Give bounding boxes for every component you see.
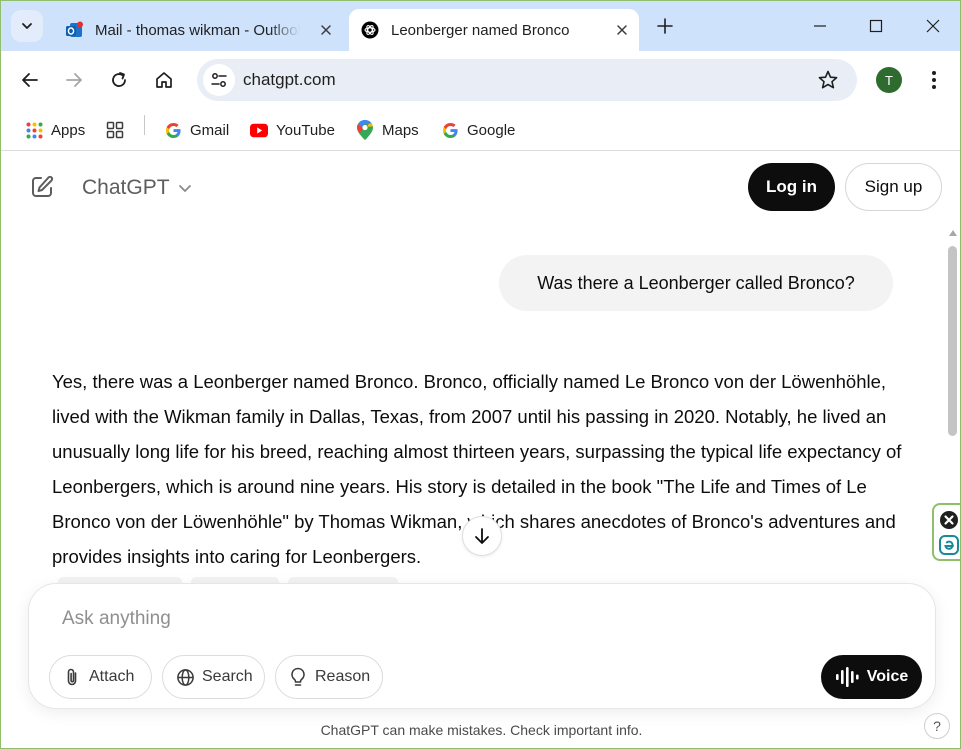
lightbulb-icon xyxy=(288,667,308,687)
tab-title: Mail - thomas wikman - Outlook xyxy=(95,21,300,39)
bookmark-label: Gmail xyxy=(190,121,230,139)
chatgpt-icon xyxy=(361,21,379,39)
globe-icon xyxy=(175,667,195,687)
tab-search-button[interactable] xyxy=(11,10,43,42)
address-bar[interactable]: chatgpt.com xyxy=(197,59,857,101)
bookmarks-divider xyxy=(144,115,145,135)
attach-button[interactable]: Attach xyxy=(49,655,152,699)
reason-button[interactable]: Reason xyxy=(275,655,383,699)
voice-label: Voice xyxy=(866,668,909,685)
window-close-button[interactable] xyxy=(918,11,948,41)
search-button[interactable]: Search xyxy=(162,655,265,699)
profile-initial: T xyxy=(885,72,893,88)
extension-e-icon[interactable] xyxy=(939,535,959,555)
bookmark-gmail[interactable]: Gmail xyxy=(164,117,229,143)
profile-avatar[interactable]: T xyxy=(876,67,902,93)
brand-label: ChatGPT xyxy=(82,176,170,199)
arrow-right-icon xyxy=(66,73,82,87)
tab-chatgpt[interactable]: Leonberger named Bronco xyxy=(349,9,639,51)
outlook-icon xyxy=(66,21,83,37)
maximize-icon xyxy=(869,19,883,33)
browser-toolbar: chatgpt.com T xyxy=(1,51,960,109)
more-vertical-icon xyxy=(932,71,936,89)
help-label: ? xyxy=(933,718,941,734)
arrow-down-icon xyxy=(475,528,489,544)
prompt-input[interactable] xyxy=(62,606,762,632)
disclaimer-text: ChatGPT can make mistakes. Check importa… xyxy=(320,722,643,738)
home-button[interactable] xyxy=(150,66,178,94)
tab-close-button[interactable] xyxy=(318,22,334,38)
google-g-icon xyxy=(164,121,182,139)
youtube-icon xyxy=(250,121,268,139)
search-label: Search xyxy=(202,668,253,685)
composer: Attach Search Reason xyxy=(28,583,936,709)
plus-icon xyxy=(657,18,673,34)
new-chat-icon[interactable] xyxy=(29,174,55,200)
chevron-down-icon xyxy=(178,185,191,192)
tab-outlook[interactable]: Mail - thomas wikman - Outlook xyxy=(53,9,343,51)
close-icon xyxy=(321,25,331,35)
bookmark-star-icon[interactable] xyxy=(817,69,839,91)
reload-button[interactable] xyxy=(105,66,133,94)
voice-waveform-icon xyxy=(835,667,859,687)
browser-window: Mail - thomas wikman - Outlook Leonberge… xyxy=(0,0,961,749)
close-icon xyxy=(617,25,627,35)
reason-label: Reason xyxy=(315,668,371,685)
scroll-up-arrow-icon[interactable] xyxy=(949,230,957,236)
google-g-icon xyxy=(441,121,459,139)
apps-grid-icon xyxy=(25,121,43,139)
bookmark-label: Google xyxy=(467,121,516,139)
bookmarks-bar: Apps Gmail YouTube Maps Google xyxy=(1,109,960,151)
scroll-to-bottom-button[interactable] xyxy=(462,516,502,556)
bookmark-tab-groups[interactable] xyxy=(106,117,132,143)
tab-strip: Mail - thomas wikman - Outlook Leonberge… xyxy=(1,1,960,51)
close-icon xyxy=(926,19,940,33)
arrow-left-icon xyxy=(22,73,38,87)
bookmark-youtube[interactable]: YouTube xyxy=(250,117,335,143)
browser-menu-button[interactable] xyxy=(923,67,945,93)
site-info-button[interactable] xyxy=(203,64,235,96)
back-button[interactable] xyxy=(16,66,44,94)
tab-groups-icon xyxy=(106,121,124,139)
reload-icon xyxy=(112,72,126,87)
address-url[interactable]: chatgpt.com xyxy=(243,70,336,90)
minimize-button[interactable] xyxy=(805,11,835,41)
log-in-button[interactable]: Log in xyxy=(748,163,835,211)
new-tab-button[interactable] xyxy=(653,14,677,38)
paperclip-icon xyxy=(62,667,82,687)
maximize-button[interactable] xyxy=(861,11,891,41)
bookmark-label: Maps xyxy=(382,121,419,139)
bookmark-label: Apps xyxy=(51,121,86,139)
home-icon xyxy=(156,72,172,88)
tab-title: Leonberger named Bronco xyxy=(391,21,570,39)
close-circle-icon[interactable] xyxy=(939,510,959,530)
forward-button[interactable] xyxy=(60,66,88,94)
user-message-bubble: Was there a Leonberger called Bronco? xyxy=(499,255,893,311)
user-message-text: Was there a Leonberger called Bronco? xyxy=(537,272,855,293)
chatgpt-page: ChatGPT Log in Sign up Was there a Leonb… xyxy=(1,152,960,748)
attach-label: Attach xyxy=(89,668,135,685)
bookmark-google[interactable]: Google xyxy=(441,117,515,143)
sign-up-button[interactable]: Sign up xyxy=(845,163,942,211)
maps-pin-icon xyxy=(356,120,374,140)
minimize-icon xyxy=(814,25,826,27)
help-button[interactable]: ? xyxy=(924,713,950,739)
scrollbar-thumb[interactable] xyxy=(948,246,957,436)
tune-icon xyxy=(211,73,227,87)
bookmark-maps[interactable]: Maps xyxy=(356,117,419,143)
extension-widget xyxy=(932,503,960,561)
voice-button[interactable]: Voice xyxy=(821,655,922,699)
model-selector[interactable]: ChatGPT xyxy=(82,176,192,200)
bookmark-apps[interactable]: Apps xyxy=(25,117,85,143)
tab-close-button[interactable] xyxy=(614,22,630,38)
chevron-down-icon xyxy=(22,23,32,29)
bookmark-label: YouTube xyxy=(276,121,335,139)
